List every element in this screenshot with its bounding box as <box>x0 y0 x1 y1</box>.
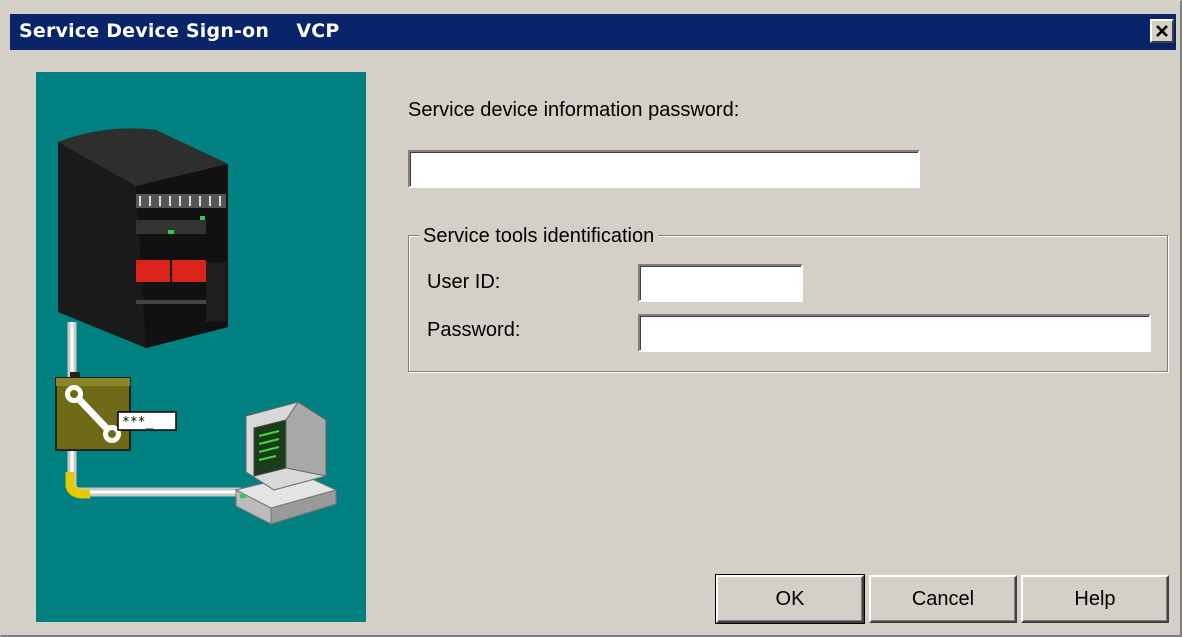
server-tower-icon <box>58 128 228 348</box>
computer-workstation-icon <box>234 401 338 525</box>
device-password-input[interactable] <box>408 150 920 188</box>
window-title: Service Device Sign-on VCP <box>19 20 340 42</box>
sign-on-illustration: ***_ <box>36 72 366 622</box>
help-button[interactable]: Help <box>1021 575 1169 623</box>
cancel-button[interactable]: Cancel <box>869 575 1017 623</box>
password-prompt-text: ***_ <box>122 415 153 430</box>
wrench-toolbox-icon: ***_ <box>55 372 177 451</box>
device-password-label: Service device information password: <box>408 99 740 121</box>
title-bar[interactable]: Service Device Sign-on VCP <box>10 14 1176 50</box>
cable-joint <box>65 472 90 499</box>
password-input[interactable] <box>638 314 1151 352</box>
password-label: Password: <box>427 319 521 341</box>
ok-button[interactable]: OK <box>715 574 865 624</box>
user-id-input[interactable] <box>638 264 803 302</box>
close-icon <box>1156 25 1168 37</box>
user-id-label: User ID: <box>427 271 501 293</box>
group-title: Service tools identification <box>419 225 659 248</box>
dialog-window: Service Device Sign-on VCP ***_ Service … <box>0 0 1182 637</box>
close-button[interactable] <box>1150 19 1174 43</box>
